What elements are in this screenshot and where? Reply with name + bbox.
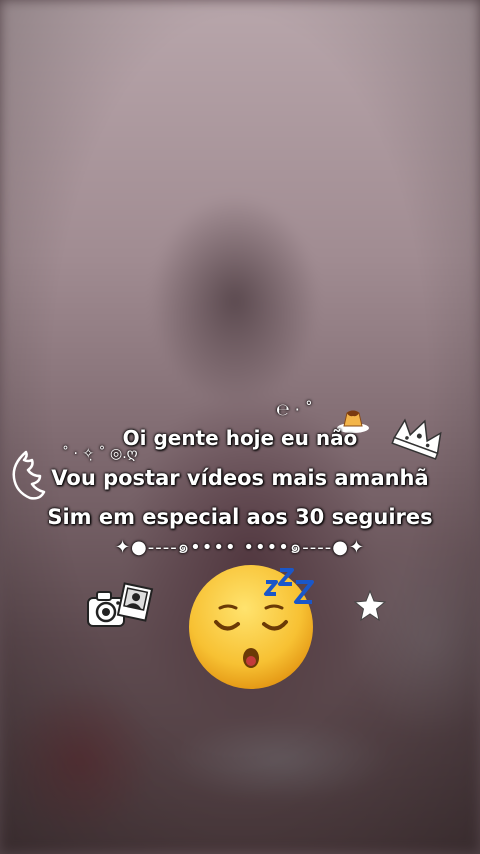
caption-line-1: Oi gente hoje eu não: [122, 426, 358, 450]
zzz-icon: [264, 568, 314, 604]
decorative-divider: ✦●----๑•••• ••••๑----●✦: [114, 537, 366, 558]
star-icon: [353, 589, 387, 622]
caption-line-2: Vou postar vídeos mais amanhã: [51, 466, 429, 490]
sparkle-dots: ℮ · ˚: [276, 400, 313, 419]
photo-icon: [116, 582, 154, 622]
caption-line-3: Sim em especial aos 30 seguires: [47, 505, 433, 529]
